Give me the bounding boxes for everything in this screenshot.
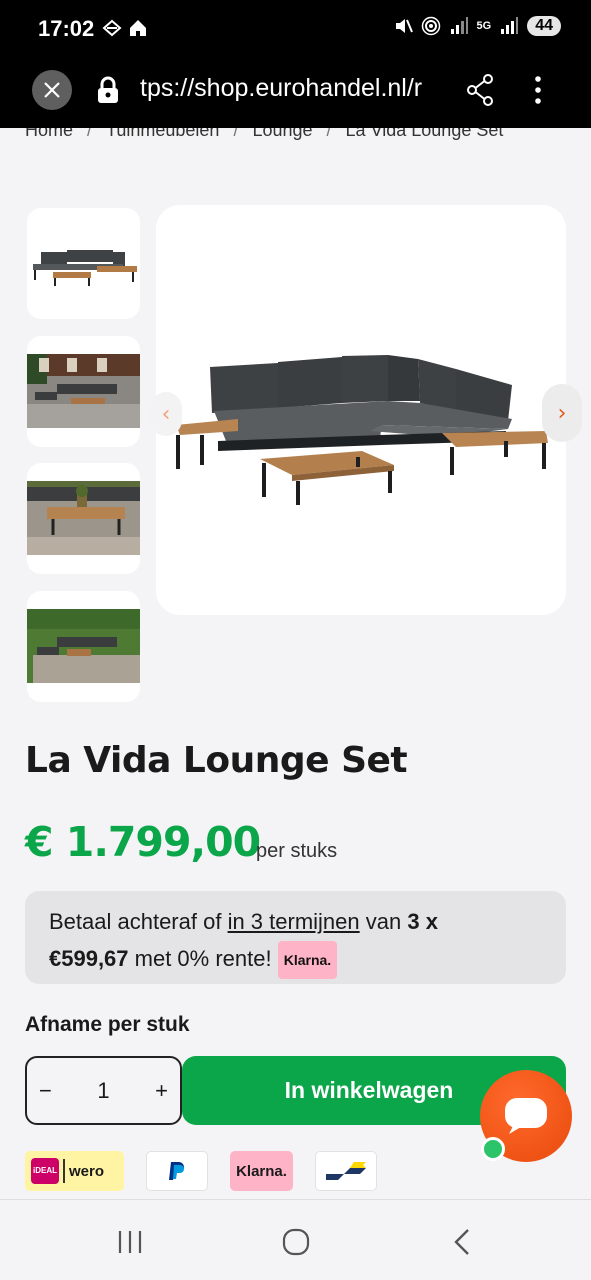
close-icon xyxy=(44,82,60,98)
battery-indicator: 44 xyxy=(527,16,561,36)
home-icon xyxy=(130,20,146,36)
ideal-wero-logo: iDEAL wero xyxy=(25,1151,124,1191)
qty-decrease-button[interactable]: − xyxy=(39,1078,52,1104)
paypal-logo xyxy=(146,1151,208,1191)
bancontact-logo xyxy=(315,1151,377,1191)
home-circle-icon xyxy=(282,1228,310,1256)
klarna-text-1: Betaal achteraf of xyxy=(49,909,228,934)
network-type: 5G xyxy=(476,20,492,32)
thumbnail-2[interactable] xyxy=(27,336,140,447)
back-icon xyxy=(454,1229,469,1255)
product-thumbnail-image xyxy=(27,609,140,683)
thumbnail-3[interactable] xyxy=(27,463,140,574)
thumbnail-1[interactable] xyxy=(27,208,140,319)
signal-icon xyxy=(450,17,468,34)
product-thumbnail-image xyxy=(33,250,137,286)
klarna-text-3: met 0% rente! xyxy=(128,946,278,971)
hotspot-icon xyxy=(421,16,440,36)
recent-apps-button[interactable] xyxy=(110,1226,150,1258)
klarna-installment-info: Betaal achteraf of in 3 termijnen van 3 … xyxy=(25,891,566,984)
status-right: 5G 44 xyxy=(393,16,561,36)
klarna-installments-link[interactable]: in 3 termijnen xyxy=(228,909,360,934)
product-price: € 1.799,00 xyxy=(25,818,261,866)
product-image xyxy=(176,355,548,505)
prev-image-button[interactable]: ‹ xyxy=(150,392,182,436)
recent-apps-icon xyxy=(118,1231,142,1253)
chevron-left-icon: ‹ xyxy=(161,401,171,427)
product-thumbnail-image xyxy=(27,481,140,555)
klarna-amount: €599,67 xyxy=(49,946,129,971)
back-button[interactable] xyxy=(442,1226,482,1258)
next-image-button[interactable]: › xyxy=(542,384,582,442)
klarna-logo: Klarna. xyxy=(230,1151,293,1191)
mute-icon xyxy=(395,19,413,33)
status-time: 17:02 xyxy=(38,16,95,41)
klarna-amount-prefix: 3 x xyxy=(407,909,438,934)
chevron-right-icon: › xyxy=(557,400,567,426)
more-menu-icon[interactable] xyxy=(530,74,546,106)
status-bar: 17:02 5G 44 xyxy=(0,0,591,62)
klarna-badge: Klarna. xyxy=(277,941,338,980)
paypal-icon xyxy=(169,1162,184,1180)
status-left-icons xyxy=(102,18,148,38)
share-icon[interactable] xyxy=(466,74,494,106)
ideal-logo-icon: iDEAL xyxy=(31,1158,59,1184)
qty-increase-button[interactable]: + xyxy=(155,1078,168,1104)
browser-toolbar: tps://shop.eurohandel.nl/r xyxy=(0,62,591,128)
online-status-dot xyxy=(481,1137,505,1161)
divider xyxy=(63,1159,65,1183)
app-notification-icon xyxy=(102,19,122,37)
qty-value[interactable]: 1 xyxy=(97,1078,109,1104)
main-product-image[interactable] xyxy=(156,205,566,615)
signal-icon xyxy=(501,17,519,34)
product-thumbnail-image xyxy=(27,354,140,428)
product-title: La Vida Lounge Set xyxy=(25,740,408,781)
quantity-stepper: − 1 + xyxy=(25,1056,182,1125)
wero-logo-text: wero xyxy=(69,1162,105,1180)
lock-icon[interactable] xyxy=(96,76,120,104)
system-navigation-bar xyxy=(0,1199,591,1280)
thumbnail-4[interactable] xyxy=(27,591,140,702)
close-tab-button[interactable] xyxy=(32,70,72,110)
chat-bubble-icon xyxy=(505,1098,547,1134)
quantity-label: Afname per stuk xyxy=(25,1013,190,1036)
price-unit: per stuks xyxy=(256,840,338,862)
home-button[interactable] xyxy=(276,1226,316,1258)
klarna-text-2: van xyxy=(359,909,408,934)
url-field[interactable]: tps://shop.eurohandel.nl/r xyxy=(140,74,440,103)
bancontact-icon xyxy=(326,1162,366,1180)
